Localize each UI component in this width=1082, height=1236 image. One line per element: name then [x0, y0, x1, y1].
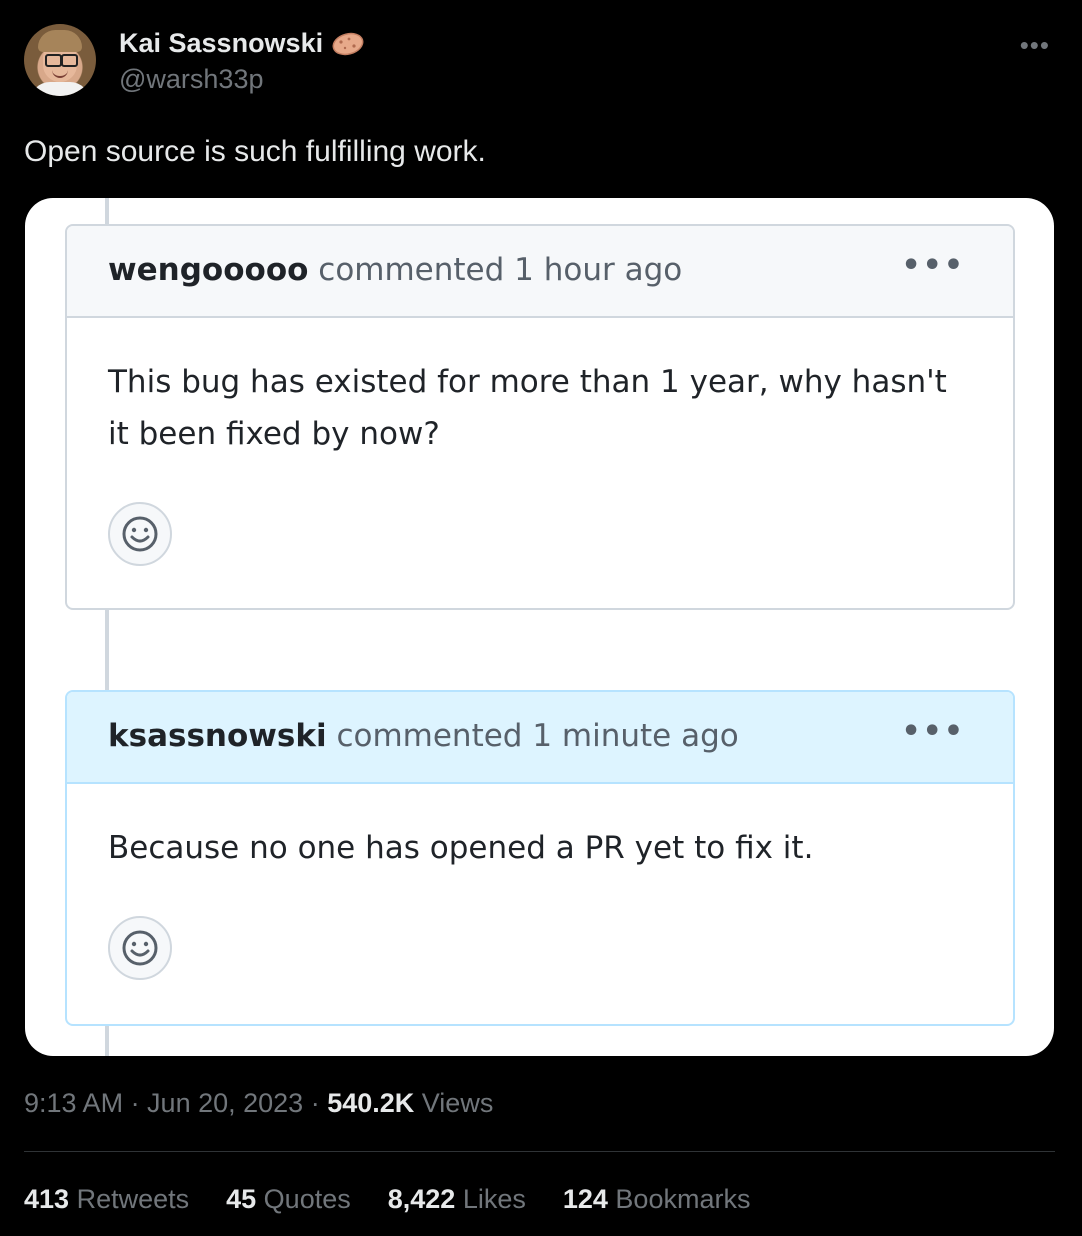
comment-author: ksassnowski: [108, 718, 327, 754]
bookmarks-stat[interactable]: 124 Bookmarks: [563, 1184, 751, 1215]
comment-body: Because no one has opened a PR yet to fi…: [108, 830, 814, 866]
avatar[interactable]: [24, 24, 96, 96]
comment-meta: commented 1 minute ago: [326, 718, 739, 754]
author-name-row[interactable]: Kai Sassnowski: [119, 28, 365, 59]
smiley-icon: [108, 916, 172, 980]
handle[interactable]: @warsh33p: [119, 64, 263, 95]
kebab-icon: •••: [901, 248, 965, 283]
timestamp[interactable]: 9:13 AM · Jun 20, 2023: [24, 1088, 303, 1118]
comment-card: ksassnowski commented 1 minute ago ••• B…: [65, 690, 1015, 1026]
smiley-icon: [108, 502, 172, 566]
comment-header: wengooooo commented 1 hour ago •••: [67, 226, 1013, 318]
views-count: 540.2K: [327, 1088, 415, 1118]
tweet-meta: 9:13 AM · Jun 20, 2023 · 540.2K Views: [24, 1088, 493, 1119]
engagement-stats: 413 Retweets 45 Quotes 8,422 Likes 124 B…: [24, 1184, 787, 1215]
retweets-stat[interactable]: 413 Retweets: [24, 1184, 189, 1215]
potato-icon: [331, 31, 365, 57]
comment-meta: commented 1 hour ago: [308, 252, 683, 288]
meta-separator: ·: [303, 1088, 328, 1118]
likes-stat[interactable]: 8,422 Likes: [388, 1184, 526, 1215]
comment-header: ksassnowski commented 1 minute ago •••: [67, 692, 1013, 784]
more-icon[interactable]: •••: [1020, 30, 1050, 61]
kebab-icon: •••: [901, 714, 965, 749]
divider: [24, 1151, 1055, 1152]
tweet-image[interactable]: wengooooo commented 1 hour ago ••• This …: [25, 198, 1054, 1056]
quotes-stat[interactable]: 45 Quotes: [226, 1184, 351, 1215]
comment-author: wengooooo: [108, 252, 309, 288]
display-name[interactable]: Kai Sassnowski: [119, 28, 323, 59]
comment-card: wengooooo commented 1 hour ago ••• This …: [65, 224, 1015, 610]
comment-body: This bug has existed for more than 1 yea…: [108, 364, 947, 452]
tweet-header: Kai Sassnowski @warsh33p •••: [24, 24, 1058, 100]
tweet-text: Open source is such fulfilling work.: [24, 135, 486, 168]
views-label: Views: [414, 1088, 494, 1118]
